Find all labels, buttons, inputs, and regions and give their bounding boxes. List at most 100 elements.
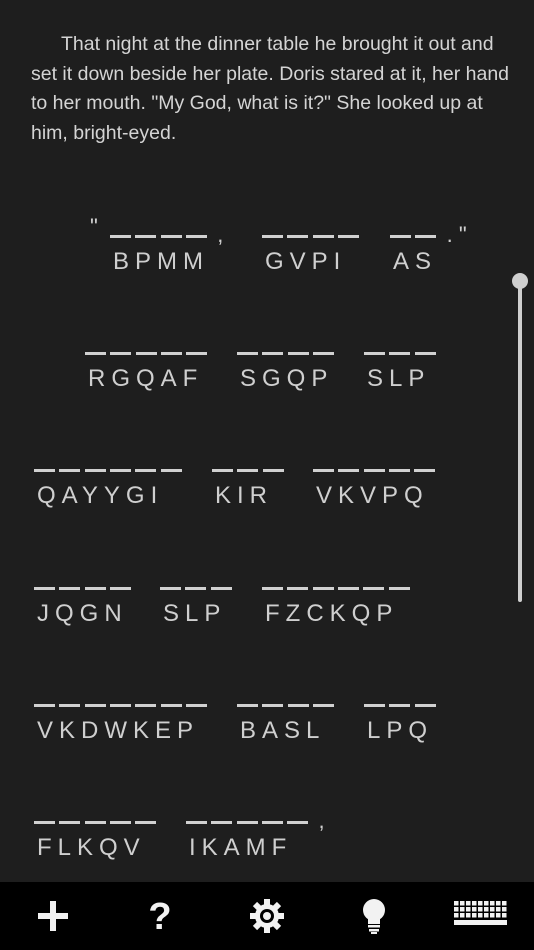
answer-blanks[interactable] xyxy=(237,335,338,355)
answer-slot[interactable] xyxy=(287,821,309,824)
answer-slot[interactable] xyxy=(363,469,385,472)
cipher-word[interactable]: KIR xyxy=(212,452,288,512)
cipher-word[interactable]: QAYYGI xyxy=(34,452,186,512)
answer-slot[interactable] xyxy=(338,469,360,472)
answer-slot[interactable] xyxy=(414,704,436,707)
answer-slot[interactable] xyxy=(84,587,106,590)
answer-slot[interactable] xyxy=(34,587,55,590)
answer-slot[interactable] xyxy=(59,704,81,707)
answer-slot[interactable] xyxy=(185,587,207,590)
answer-slot[interactable] xyxy=(185,704,207,707)
answer-blanks[interactable] xyxy=(34,687,211,707)
answer-slot[interactable] xyxy=(135,352,157,355)
answer-slot[interactable] xyxy=(312,587,334,590)
answer-slot[interactable] xyxy=(85,352,106,355)
answer-slot[interactable] xyxy=(34,704,55,707)
answer-blanks[interactable] xyxy=(212,452,288,472)
answer-blanks[interactable] xyxy=(364,335,440,355)
answer-blanks[interactable] xyxy=(390,218,441,238)
hint-button[interactable] xyxy=(320,882,427,950)
answer-slot[interactable] xyxy=(237,704,258,707)
keyboard-button[interactable] xyxy=(427,882,534,950)
answer-slot[interactable] xyxy=(287,587,309,590)
cipher-word[interactable]: IKAMF, xyxy=(186,804,325,864)
answer-blanks[interactable] xyxy=(262,570,414,590)
answer-slot[interactable] xyxy=(160,469,182,472)
scrollbar-thumb[interactable] xyxy=(512,273,528,289)
answer-blanks[interactable] xyxy=(110,218,211,238)
add-button[interactable] xyxy=(0,882,107,950)
answer-slot[interactable] xyxy=(262,469,284,472)
answer-blanks[interactable] xyxy=(34,570,135,590)
answer-slot[interactable] xyxy=(186,352,208,355)
answer-slot[interactable] xyxy=(186,821,207,824)
answer-slot[interactable] xyxy=(287,704,309,707)
answer-blanks[interactable] xyxy=(237,687,338,707)
answer-slot[interactable] xyxy=(210,587,232,590)
answer-slot[interactable] xyxy=(160,704,182,707)
answer-slot[interactable] xyxy=(212,469,233,472)
answer-slot[interactable] xyxy=(160,587,181,590)
cipher-word[interactable]: FZCKQP xyxy=(262,570,414,630)
answer-slot[interactable] xyxy=(160,235,182,238)
cipher-word[interactable]: VKVPQ xyxy=(313,452,440,512)
cipher-word[interactable]: JQGN xyxy=(34,570,135,630)
answer-slot[interactable] xyxy=(110,235,131,238)
cipher-word[interactable]: SLP xyxy=(160,570,236,630)
answer-slot[interactable] xyxy=(160,352,182,355)
answer-slot[interactable] xyxy=(364,352,385,355)
cipher-word[interactable]: SGQP xyxy=(237,335,338,395)
settings-button[interactable] xyxy=(214,882,321,950)
answer-slot[interactable] xyxy=(109,704,131,707)
cipher-word[interactable]: LPQ xyxy=(364,687,440,747)
answer-slot[interactable] xyxy=(390,235,411,238)
answer-slot[interactable] xyxy=(262,587,283,590)
answer-slot[interactable] xyxy=(135,704,157,707)
answer-slot[interactable] xyxy=(34,821,55,824)
answer-slot[interactable] xyxy=(84,469,106,472)
answer-slot[interactable] xyxy=(109,469,131,472)
answer-slot[interactable] xyxy=(211,821,233,824)
scrollbar-track[interactable] xyxy=(518,280,522,602)
answer-slot[interactable] xyxy=(414,469,436,472)
answer-blanks[interactable] xyxy=(34,804,161,824)
cipher-word[interactable]: BPMM ", xyxy=(90,214,223,278)
answer-slot[interactable] xyxy=(236,821,258,824)
help-button[interactable]: ? xyxy=(107,882,214,950)
cipher-word[interactable]: RGQAF xyxy=(85,335,212,395)
cryptogram-puzzle[interactable]: BPMM ", GVPI AS . " RGQAF SGQP SLP QAYYGI KIR VKVP… xyxy=(0,0,534,882)
answer-slot[interactable] xyxy=(312,235,334,238)
answer-slot[interactable] xyxy=(262,352,284,355)
answer-slot[interactable] xyxy=(337,235,359,238)
answer-slot[interactable] xyxy=(110,352,132,355)
answer-slot[interactable] xyxy=(287,352,309,355)
answer-blanks[interactable] xyxy=(262,218,363,238)
answer-slot[interactable] xyxy=(364,704,385,707)
answer-slot[interactable] xyxy=(59,587,81,590)
answer-blanks[interactable] xyxy=(34,452,186,472)
answer-blanks[interactable] xyxy=(85,335,212,355)
answer-blanks[interactable] xyxy=(313,452,440,472)
answer-slot[interactable] xyxy=(109,821,131,824)
answer-slot[interactable] xyxy=(287,235,309,238)
answer-slot[interactable] xyxy=(135,821,157,824)
cipher-word[interactable]: FLKQV xyxy=(34,804,161,864)
answer-slot[interactable] xyxy=(261,821,283,824)
answer-slot[interactable] xyxy=(389,352,411,355)
cipher-word[interactable]: GVPI xyxy=(262,218,363,278)
answer-slot[interactable] xyxy=(237,352,258,355)
answer-slot[interactable] xyxy=(312,704,334,707)
answer-slot[interactable] xyxy=(389,704,411,707)
answer-blanks[interactable] xyxy=(186,804,313,824)
cipher-word[interactable]: AS . " xyxy=(390,218,467,278)
answer-slot[interactable] xyxy=(312,352,334,355)
cipher-word[interactable]: BASL xyxy=(237,687,338,747)
cipher-word[interactable]: VKDWKEP xyxy=(34,687,211,747)
answer-slot[interactable] xyxy=(313,469,334,472)
answer-slot[interactable] xyxy=(388,587,410,590)
answer-slot[interactable] xyxy=(135,235,157,238)
answer-slot[interactable] xyxy=(388,469,410,472)
answer-slot[interactable] xyxy=(262,235,283,238)
answer-slot[interactable] xyxy=(109,587,131,590)
answer-blanks[interactable] xyxy=(160,570,236,590)
